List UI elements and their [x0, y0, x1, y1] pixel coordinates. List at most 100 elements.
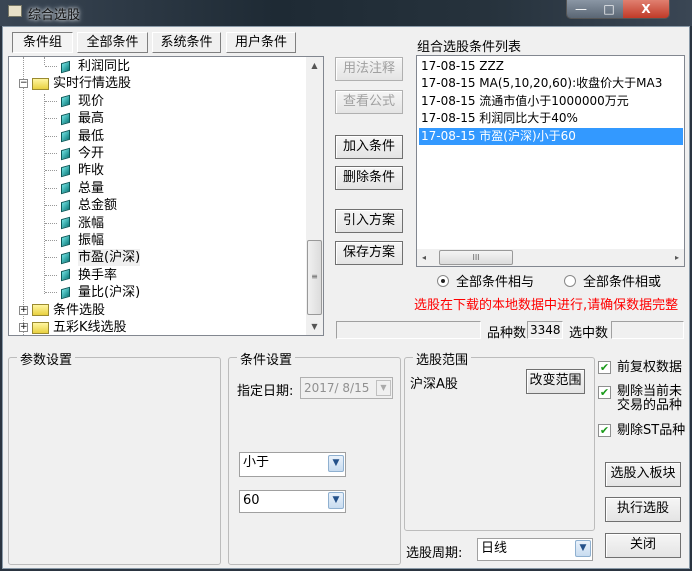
- close-button[interactable]: 关闭: [605, 533, 681, 558]
- selected-count-label: 选中数: [569, 326, 609, 341]
- tree-item-label: 总量: [78, 180, 105, 196]
- scroll-thumb[interactable]: ≡: [307, 240, 322, 315]
- folder-icon: [32, 321, 49, 334]
- operator-select[interactable]: 小于 ▼: [239, 452, 346, 477]
- tree-item-label: 昨收: [78, 163, 105, 179]
- tree-item-label: 换手率: [78, 267, 118, 283]
- condition-list-item[interactable]: 17-08-15 ZZZ: [419, 58, 683, 75]
- option-exclude-untraded[interactable]: ✔ 剔除当前未交易的品种: [598, 385, 688, 413]
- logic-or-radio[interactable]: 全部条件相或: [564, 271, 661, 290]
- condition-icon: [61, 147, 70, 160]
- execute-selection-button[interactable]: 执行选股: [605, 497, 681, 522]
- tree-item[interactable]: 总金额: [45, 197, 117, 214]
- condition-icon: [61, 251, 70, 265]
- tab-condition-group[interactable]: 条件组: [12, 32, 73, 53]
- tree-item[interactable]: 量比(沪深): [45, 284, 140, 301]
- tree-item-label: 实时行情选股: [53, 76, 132, 92]
- condition-icon: [61, 199, 70, 212]
- tree-item[interactable]: 涨幅: [45, 215, 104, 232]
- tab-user-conditions[interactable]: 用户条件: [226, 32, 296, 53]
- condition-icon: [61, 60, 70, 73]
- tab-all-conditions[interactable]: 全部条件: [77, 32, 148, 53]
- scope-value: 沪深A股: [410, 377, 458, 392]
- tree-item-label: 利润同比: [78, 59, 131, 74]
- collapse-icon[interactable]: −: [19, 79, 28, 89]
- param-settings-title: 参数设置: [17, 349, 76, 368]
- window-controls: — □ X: [566, 0, 670, 19]
- param-settings-group: 参数设置: [8, 349, 221, 565]
- save-plan-button[interactable]: 保存方案: [335, 241, 403, 265]
- window-title: 综合选股: [28, 8, 81, 23]
- condition-list-item[interactable]: 17-08-15 市盈(沪深)小于60: [419, 127, 683, 145]
- tree-item[interactable]: 换手率: [45, 267, 117, 284]
- chevron-down-icon[interactable]: ▼: [376, 380, 391, 396]
- tree-item[interactable]: 今开: [45, 145, 104, 162]
- period-select[interactable]: 日线 ▼: [477, 538, 593, 561]
- condition-list-item[interactable]: 17-08-15 流通市值小于1000000万元: [419, 93, 683, 110]
- logic-and-radio[interactable]: 全部条件相与: [437, 271, 534, 290]
- scroll-up-icon[interactable]: ▲: [306, 57, 323, 74]
- tree-scrollbar[interactable]: ▲ ≡ ▼: [306, 57, 323, 335]
- chevron-down-icon[interactable]: ▼: [328, 455, 344, 472]
- delete-condition-button[interactable]: 删除条件: [335, 166, 403, 190]
- value-select[interactable]: 60 ▼: [239, 490, 346, 513]
- period-value: 日线: [481, 541, 508, 556]
- tree-item[interactable]: 振幅: [45, 232, 104, 249]
- tree-item-label: 最低: [78, 128, 105, 144]
- list-hscrollbar[interactable]: ◂ III ▸: [417, 249, 684, 266]
- tree-item[interactable]: + 五彩K线选股: [19, 319, 127, 335]
- tree-item[interactable]: 利润同比: [45, 58, 130, 75]
- tree-item[interactable]: 总量: [45, 180, 104, 197]
- checkbox-checked-icon: ✔: [598, 424, 611, 437]
- tree-item[interactable]: 市盈(沪深): [45, 249, 141, 267]
- view-formula-button[interactable]: 查看公式: [335, 90, 403, 114]
- condition-icon: [61, 112, 70, 125]
- date-label: 指定日期:: [237, 384, 294, 399]
- scroll-down-icon[interactable]: ▼: [306, 318, 323, 335]
- period-label: 选股周期:: [406, 546, 463, 561]
- condition-icon: [61, 234, 70, 247]
- condition-settings-title: 条件设置: [237, 349, 296, 368]
- tree-item[interactable]: 现价: [45, 93, 104, 110]
- scroll-left-icon[interactable]: ◂: [417, 249, 431, 266]
- tree-item[interactable]: 最低: [45, 128, 104, 145]
- condition-list-item[interactable]: 17-08-15 利润同比大于40%: [419, 110, 683, 127]
- tree-item-label: 最高: [78, 111, 105, 127]
- date-picker[interactable]: 2017/ 8/15 ▼: [300, 377, 393, 399]
- expand-icon[interactable]: +: [19, 305, 28, 315]
- condition-icon: [61, 269, 70, 282]
- minimize-button[interactable]: —: [567, 0, 595, 18]
- change-scope-button[interactable]: 改变范围: [526, 369, 585, 394]
- usage-note-button[interactable]: 用法注释: [335, 57, 403, 81]
- checkbox-checked-icon: ✔: [598, 361, 611, 374]
- maximize-button[interactable]: □: [595, 0, 623, 18]
- add-condition-button[interactable]: 加入条件: [335, 135, 403, 159]
- condition-icon: [61, 129, 70, 143]
- tree-item[interactable]: + 条件选股: [19, 302, 105, 319]
- close-window-button[interactable]: X: [623, 0, 669, 18]
- condition-tree[interactable]: 利润同比 − 实时行情选股 现价最高 最低 今开 昨收 总量 总金额 涨幅 振幅 市盈(沪深) 换手率量…: [8, 56, 324, 336]
- operator-value: 小于: [243, 455, 270, 470]
- radio-icon: [437, 274, 449, 287]
- scroll-right-icon[interactable]: ▸: [670, 249, 684, 266]
- tree-item[interactable]: − 实时行情选股: [19, 75, 131, 92]
- add-to-block-button[interactable]: 选股入板块: [605, 462, 681, 487]
- chevron-down-icon[interactable]: ▼: [575, 540, 591, 557]
- tree-item-label: 市盈(沪深): [78, 249, 141, 267]
- hscroll-thumb[interactable]: III: [439, 250, 513, 265]
- option-exclude-st[interactable]: ✔ 剔除ST品种: [598, 423, 685, 438]
- option-forward-adjust[interactable]: ✔ 前复权数据: [598, 360, 682, 375]
- tree-item-label: 现价: [78, 93, 105, 109]
- tree-item[interactable]: 最高: [45, 110, 104, 127]
- count-label: 品种数: [487, 326, 527, 341]
- condition-list-label: 组合选股条件列表: [417, 40, 522, 55]
- tab-system-conditions[interactable]: 系统条件: [152, 32, 221, 53]
- tree-item[interactable]: 昨收: [45, 162, 104, 179]
- expand-icon[interactable]: +: [19, 323, 28, 332]
- condition-icon: [61, 164, 70, 178]
- chevron-down-icon[interactable]: ▼: [328, 492, 344, 509]
- condition-list[interactable]: 17-08-15 ZZZ 17-08-15 MA(5,10,20,60):收盘价大…: [416, 55, 685, 267]
- condition-list-item[interactable]: 17-08-15 MA(5,10,20,60):收盘价大于MA3: [419, 75, 683, 92]
- import-plan-button[interactable]: 引入方案: [335, 209, 403, 233]
- condition-icon: [61, 95, 70, 108]
